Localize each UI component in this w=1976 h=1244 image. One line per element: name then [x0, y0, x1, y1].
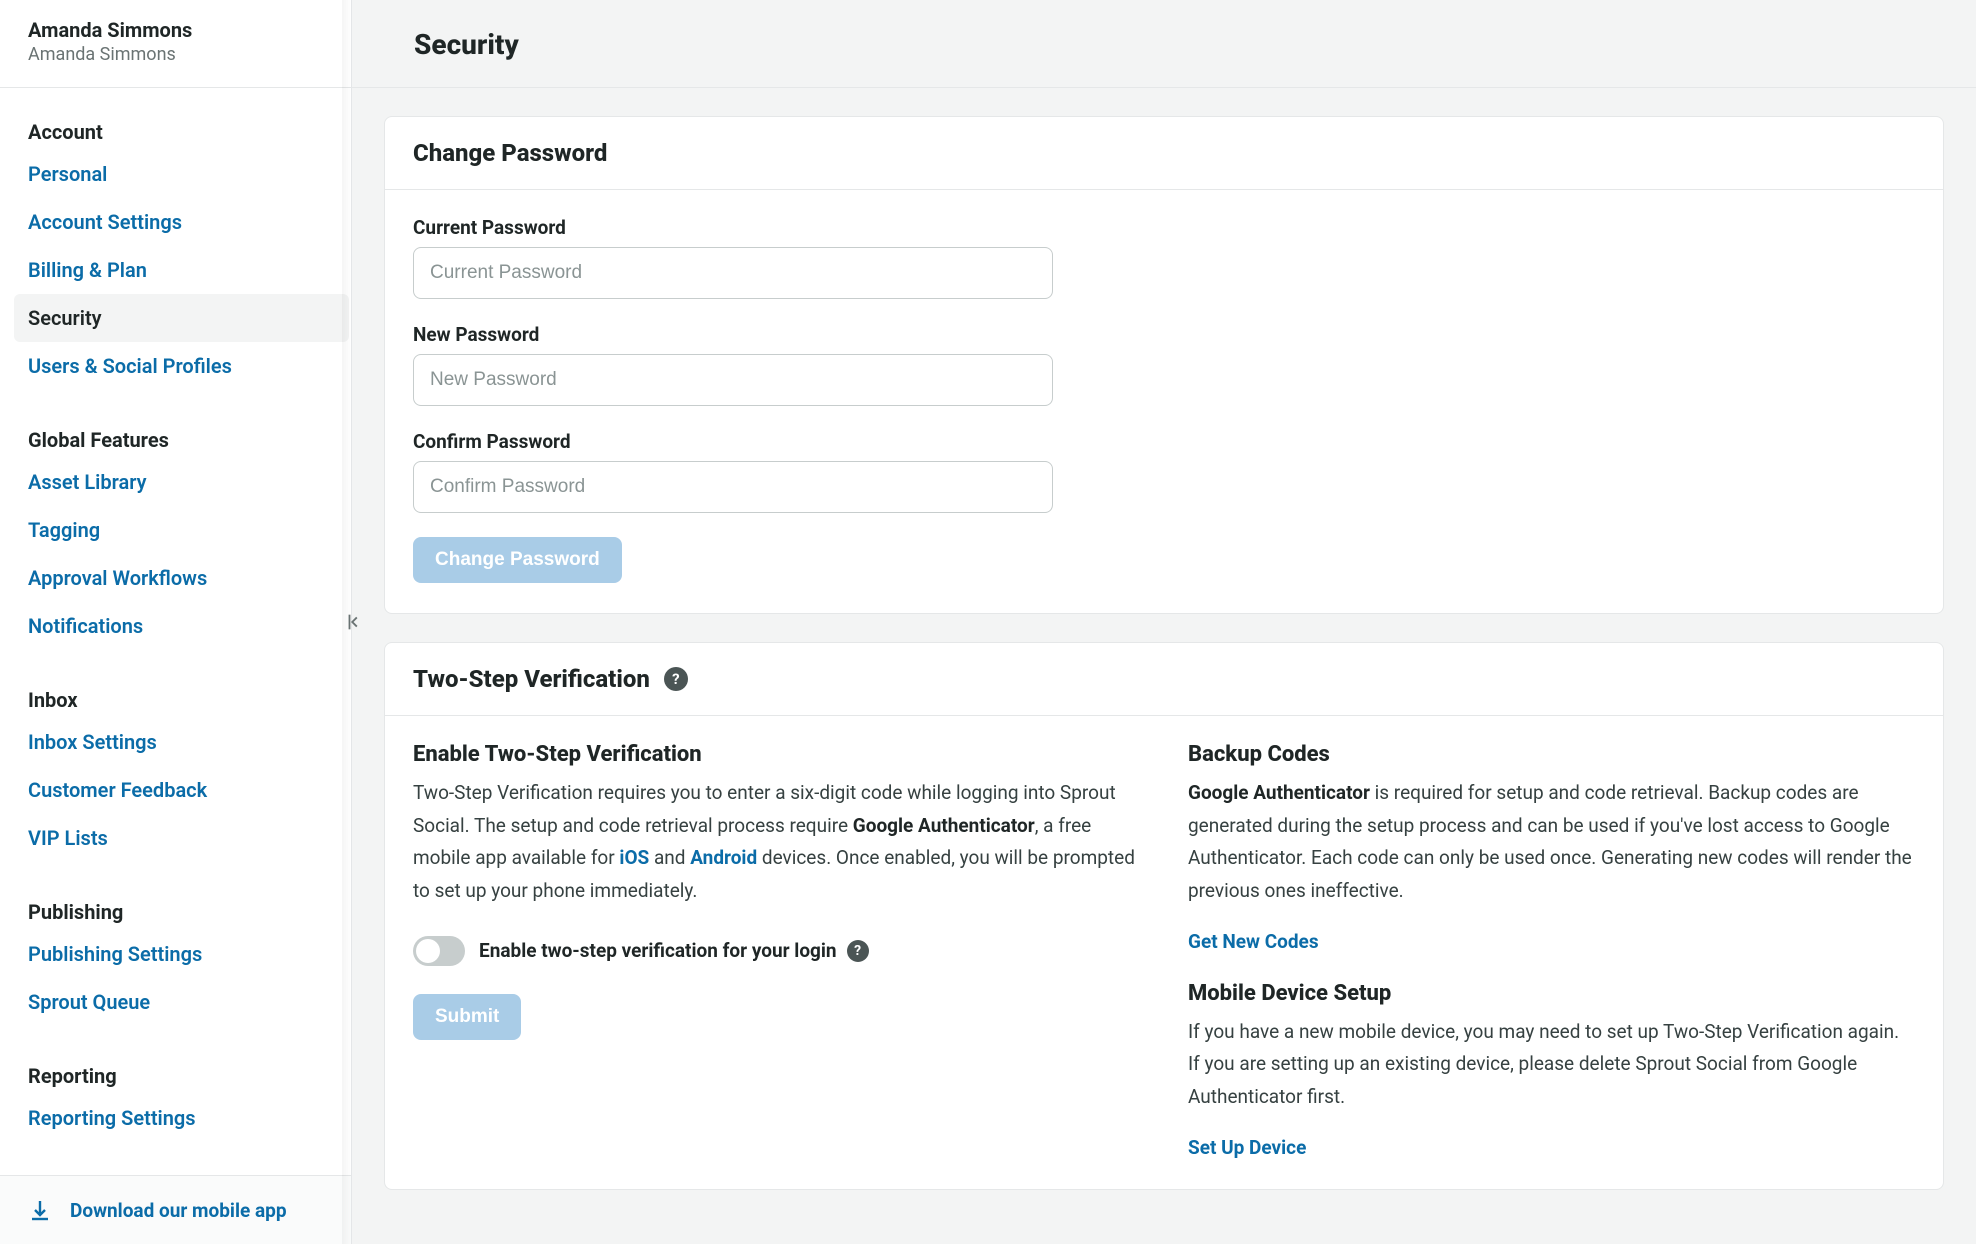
change-password-button[interactable]: Change Password [413, 537, 622, 583]
sidebar-item-reporting-settings[interactable]: Reporting Settings [14, 1094, 349, 1142]
new-password-label: New Password [413, 323, 1915, 346]
download-icon [28, 1198, 52, 1222]
two-step-toggle-label: Enable two-step verification for your lo… [479, 939, 869, 962]
nav-section-title: Publishing [28, 878, 335, 930]
current-password-label: Current Password [413, 216, 1915, 239]
card-body: Current Password New Password Confirm Pa… [385, 190, 1943, 613]
sidebar-item-personal[interactable]: Personal [14, 150, 349, 198]
sidebar-item-asset-library[interactable]: Asset Library [14, 458, 349, 506]
page-header: Security [352, 0, 1976, 88]
sidebar-scroll[interactable]: Amanda Simmons Amanda Simmons Account Pe… [0, 0, 351, 1244]
profile-sub: Amanda Simmons [28, 44, 323, 65]
sidebar-item-vip-lists[interactable]: VIP Lists [14, 814, 349, 862]
enable-two-step-heading: Enable Two-Step Verification [413, 742, 1140, 767]
nav-section-inbox: Inbox Inbox Settings Customer Feedback V… [0, 656, 351, 868]
new-password-input[interactable] [413, 354, 1053, 406]
two-step-toggle[interactable]: ✓ [413, 936, 465, 966]
download-mobile-app[interactable]: Download our mobile app [0, 1175, 351, 1244]
backup-codes-heading: Backup Codes [1188, 742, 1915, 767]
nav-section-global: Global Features Asset Library Tagging Ap… [0, 396, 351, 656]
collapse-sidebar-button[interactable] [341, 608, 369, 636]
toggle-knob [416, 939, 440, 963]
two-step-submit-button[interactable]: Submit [413, 994, 521, 1040]
download-label: Download our mobile app [70, 1199, 287, 1222]
sidebar-item-approval-workflows[interactable]: Approval Workflows [14, 554, 349, 602]
confirm-password-label: Confirm Password [413, 430, 1915, 453]
sidebar-item-publishing-settings[interactable]: Publishing Settings [14, 930, 349, 978]
sidebar-item-inbox-settings[interactable]: Inbox Settings [14, 718, 349, 766]
change-password-heading: Change Password [413, 139, 607, 167]
card-body: Enable Two-Step Verification Two-Step Ve… [385, 716, 1943, 1189]
profile-name: Amanda Simmons [28, 18, 323, 42]
sidebar-item-tagging[interactable]: Tagging [14, 506, 349, 554]
set-up-device-link[interactable]: Set Up Device [1188, 1136, 1915, 1159]
get-new-codes-link[interactable]: Get New Codes [1188, 930, 1915, 953]
two-step-enable-col: Enable Two-Step Verification Two-Step Ve… [413, 742, 1140, 1159]
collapse-icon [344, 611, 366, 633]
profile-block: Amanda Simmons Amanda Simmons [0, 0, 351, 88]
nav-section-title: Inbox [28, 666, 335, 718]
sidebar-item-sprout-queue[interactable]: Sprout Queue [14, 978, 349, 1026]
content-scroll[interactable]: Change Password Current Password New Pas… [352, 88, 1976, 1244]
card-header: Two-Step Verification ? [385, 643, 1943, 716]
nav-section-title: Global Features [28, 406, 335, 458]
sidebar-item-users-social[interactable]: Users & Social Profiles [14, 342, 349, 390]
current-password-input[interactable] [413, 247, 1053, 299]
sidebar-item-notifications[interactable]: Notifications [14, 602, 349, 650]
help-icon[interactable]: ? [664, 667, 688, 691]
page-title: Security [414, 28, 1914, 61]
enable-two-step-text: Two-Step Verification requires you to en… [413, 777, 1140, 908]
backup-codes-text: Google Authenticator is required for set… [1188, 777, 1915, 908]
mobile-setup-text: If you have a new mobile device, you may… [1188, 1016, 1915, 1114]
sidebar-item-security[interactable]: Security [14, 294, 349, 342]
sidebar-item-account-settings[interactable]: Account Settings [14, 198, 349, 246]
change-password-card: Change Password Current Password New Pas… [384, 116, 1944, 614]
ios-link[interactable]: iOS [619, 846, 649, 869]
nav-section-account: Account Personal Account Settings Billin… [0, 88, 351, 396]
sidebar-item-customer-feedback[interactable]: Customer Feedback [14, 766, 349, 814]
sidebar: Amanda Simmons Amanda Simmons Account Pe… [0, 0, 352, 1244]
nav-section-title: Reporting [28, 1042, 335, 1094]
nav-section-title: Account [28, 98, 335, 150]
mobile-setup-heading: Mobile Device Setup [1188, 981, 1915, 1006]
help-icon[interactable]: ? [847, 940, 869, 962]
sidebar-item-billing-plan[interactable]: Billing & Plan [14, 246, 349, 294]
two-step-right-col: Backup Codes Google Authenticator is req… [1188, 742, 1915, 1159]
nav-section-publishing: Publishing Publishing Settings Sprout Qu… [0, 868, 351, 1032]
two-step-heading: Two-Step Verification [413, 665, 650, 693]
card-header: Change Password [385, 117, 1943, 190]
confirm-password-input[interactable] [413, 461, 1053, 513]
nav-section-reporting: Reporting Reporting Settings [0, 1032, 351, 1148]
main: Security Change Password Current Passwor… [352, 0, 1976, 1244]
android-link[interactable]: Android [690, 846, 757, 869]
two-step-card: Two-Step Verification ? Enable Two-Step … [384, 642, 1944, 1190]
